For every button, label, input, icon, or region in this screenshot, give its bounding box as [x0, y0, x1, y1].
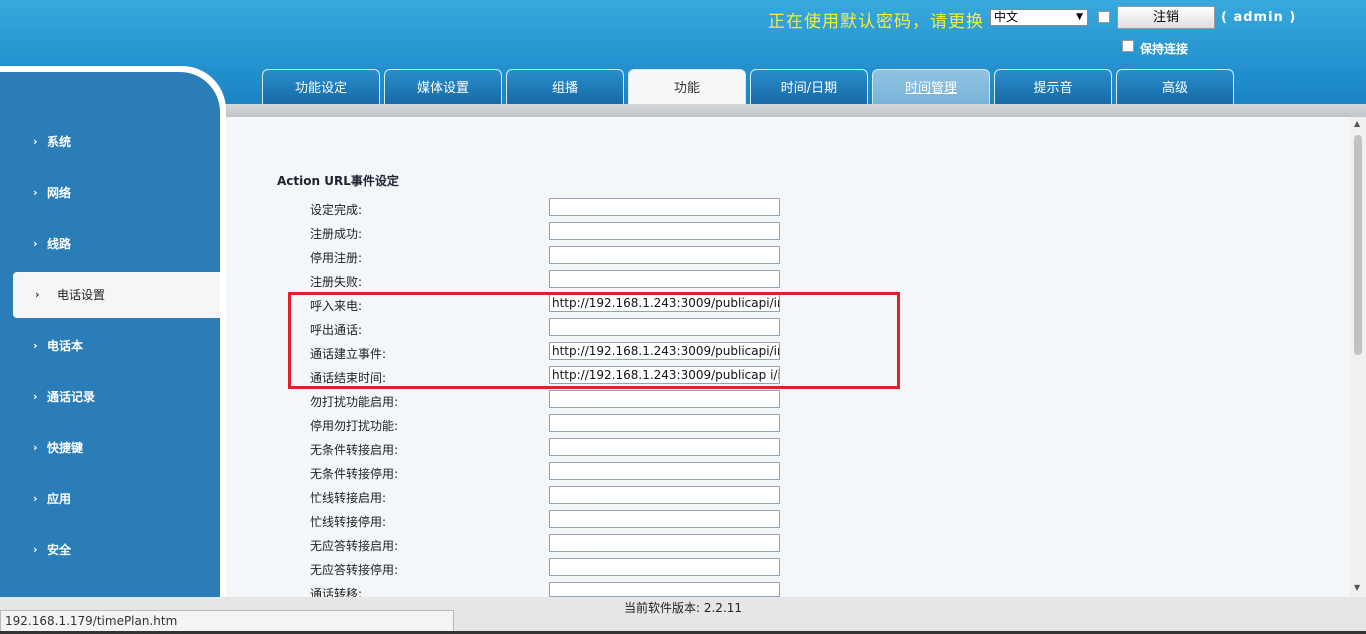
row-label-no-answer-forward-disable: 无应答转接停用: — [310, 563, 399, 577]
unregister-input[interactable] — [549, 246, 780, 264]
status-bar-url: 192.168.1.179/timePlan.htm — [0, 610, 454, 632]
tab-time-management[interactable]: 时间管理 — [872, 69, 990, 104]
row-label-dnd-enable: 勿打扰功能启用: — [310, 395, 399, 409]
chevron-right-icon: › — [33, 441, 38, 454]
row-label-register-failed: 注册失败: — [310, 275, 363, 289]
sidebar-item-label: 线路 — [47, 237, 72, 251]
tab-features[interactable]: 功能 — [628, 69, 746, 106]
tab-underline-strip — [224, 104, 1366, 117]
always-forward-enable-input[interactable] — [549, 438, 780, 456]
busy-forward-disable-input[interactable] — [549, 510, 780, 528]
scroll-thumb[interactable] — [1354, 135, 1362, 355]
register-success-input[interactable] — [549, 222, 780, 240]
no-answer-forward-enable-input[interactable] — [549, 534, 780, 552]
scroll-up-icon[interactable]: ▲ — [1354, 119, 1360, 128]
sidebar: › 系统 › 网络 › 线路 › 电话设置 › 电话本 › 通话记录 › 快捷键 › 应用 › 安… — [0, 72, 220, 597]
tab-feature-settings[interactable]: 功能设定 — [262, 69, 380, 104]
chevron-right-icon: › — [33, 135, 38, 148]
sidebar-item-label: 网络 — [47, 186, 72, 200]
register-failed-input[interactable] — [549, 270, 780, 288]
highlight-annotation-box — [288, 292, 900, 389]
tab-advanced[interactable]: 高级 — [1116, 69, 1234, 104]
logout-button[interactable]: 注销 — [1117, 6, 1215, 29]
sidebar-item-label: 快捷键 — [47, 441, 84, 455]
chevron-right-icon: › — [33, 339, 38, 352]
action-url-section-title: Action URL事件设定 — [277, 174, 399, 188]
setup-complete-input[interactable] — [549, 198, 780, 216]
busy-forward-enable-input[interactable] — [549, 486, 780, 504]
sidebar-item-network[interactable]: › 网络 — [0, 170, 220, 216]
sidebar-item-label: 电话本 — [47, 339, 84, 353]
sidebar-item-apps[interactable]: › 应用 — [0, 476, 220, 522]
chevron-right-icon: › — [33, 492, 38, 505]
dnd-enable-input[interactable] — [549, 390, 780, 408]
row-label-unregister: 停用注册: — [310, 251, 363, 265]
call-transfer-input[interactable] — [549, 582, 780, 597]
sidebar-item-shortcuts[interactable]: › 快捷键 — [0, 425, 220, 471]
tab-multicast[interactable]: 组播 — [506, 69, 624, 104]
tab-media-settings[interactable]: 媒体设置 — [384, 69, 502, 104]
sidebar-item-label: 通话记录 — [47, 390, 96, 404]
current-user-label: ( admin ) — [1221, 10, 1297, 25]
row-label-busy-forward-enable: 忙线转接启用: — [310, 491, 387, 505]
sidebar-item-label: 系统 — [47, 135, 72, 149]
row-label-always-forward-enable: 无条件转接启用: — [310, 443, 399, 457]
sidebar-item-phone-settings[interactable]: › 电话设置 — [13, 272, 220, 318]
software-version: 当前软件版本: 2.2.11 — [624, 601, 743, 615]
row-label-always-forward-disable: 无条件转接停用: — [310, 467, 399, 481]
chevron-right-icon: › — [35, 288, 40, 301]
keep-connected-checkbox[interactable] — [1122, 40, 1134, 52]
language-select-value: 中文 — [994, 10, 1019, 24]
sidebar-item-lines[interactable]: › 线路 — [0, 221, 220, 267]
sidebar-item-label: 应用 — [47, 492, 72, 506]
row-label-dnd-disable: 停用勿打扰功能: — [310, 419, 399, 433]
vertical-scrollbar[interactable]: ▲ ▼ — [1350, 117, 1366, 597]
sidebar-item-label: 电话设置 — [57, 288, 106, 302]
chevron-down-icon: ▼ — [1076, 12, 1083, 22]
row-label-no-answer-forward-enable: 无应答转接启用: — [310, 539, 399, 553]
sidebar-item-label: 安全 — [47, 543, 72, 557]
chevron-right-icon: › — [33, 390, 38, 403]
sidebar-item-phonebook[interactable]: › 电话本 — [0, 323, 220, 369]
scroll-down-icon[interactable]: ▼ — [1354, 583, 1360, 592]
no-answer-forward-disable-input[interactable] — [549, 558, 780, 576]
keep-connected-label: 保持连接 — [1140, 42, 1189, 56]
tab-time-date[interactable]: 时间/日期 — [750, 69, 868, 104]
chevron-right-icon: › — [33, 543, 38, 556]
sidebar-item-system[interactable]: › 系统 — [0, 119, 220, 165]
chevron-right-icon: › — [33, 186, 38, 199]
language-checkbox[interactable] — [1098, 11, 1110, 23]
chevron-right-icon: › — [33, 237, 38, 250]
row-label-busy-forward-disable: 忙线转接停用: — [310, 515, 387, 529]
always-forward-disable-input[interactable] — [549, 462, 780, 480]
row-label-register-success: 注册成功: — [310, 227, 363, 241]
tab-prompt-tone[interactable]: 提示音 — [994, 69, 1112, 104]
row-label-setup-complete: 设定完成: — [310, 203, 363, 217]
language-select[interactable]: 中文 ▼ — [990, 9, 1088, 26]
sidebar-item-call-log[interactable]: › 通话记录 — [0, 374, 220, 420]
default-password-warning: 正在使用默认密码，请更换 — [768, 12, 984, 32]
sidebar-item-security[interactable]: › 安全 — [0, 527, 220, 573]
dnd-disable-input[interactable] — [549, 414, 780, 432]
